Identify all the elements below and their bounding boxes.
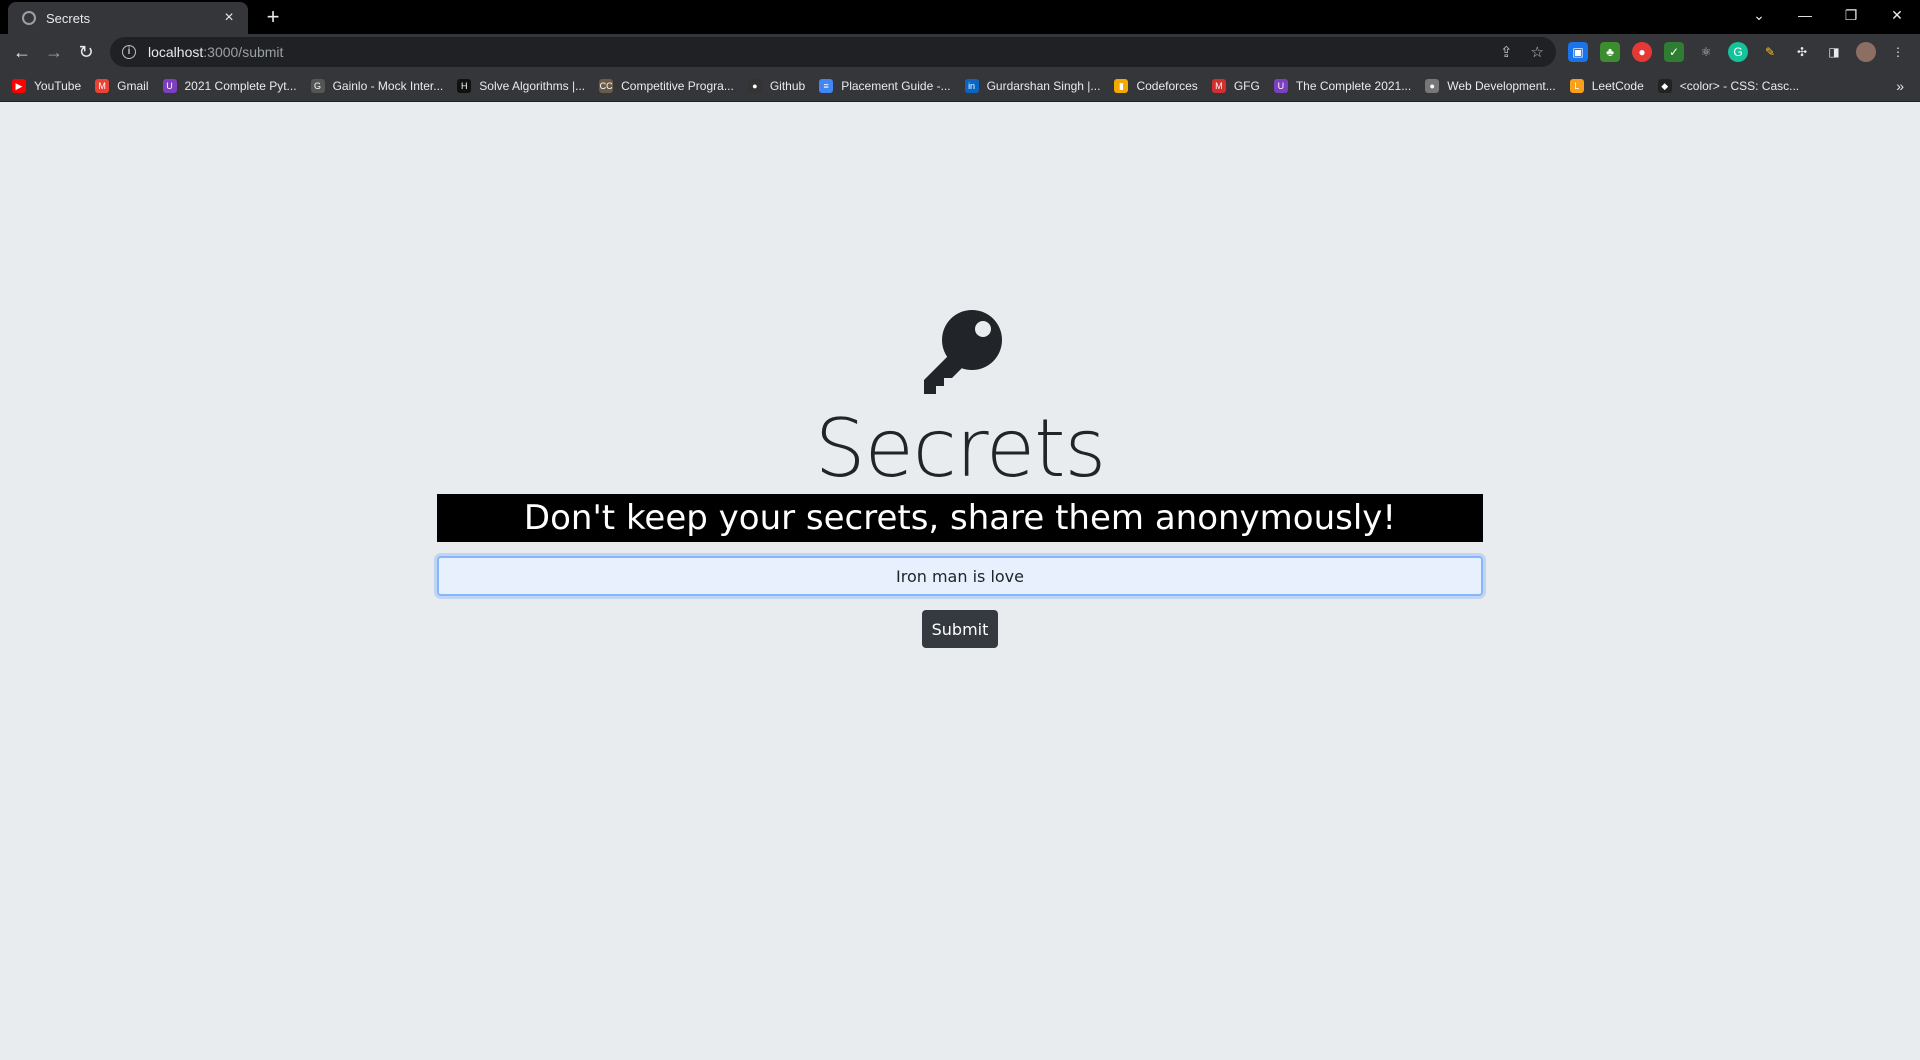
- bookmark-label: The Complete 2021...: [1295, 78, 1412, 93]
- browser-toolbar: ← → ↻ i localhost:3000/submit ⇪ ☆ ▣ ♣ ● …: [0, 34, 1920, 70]
- bookmark-item[interactable]: CC Competitive Progra...: [599, 78, 734, 93]
- bookmark-label: LeetCode: [1591, 78, 1644, 93]
- bookmark-label: Solve Algorithms |...: [479, 78, 586, 93]
- url-path: :3000/submit: [203, 44, 284, 60]
- menu-icon[interactable]: ⋮: [1888, 42, 1908, 62]
- tab-strip: Secrets × + ⌄ — ❐ ✕: [0, 0, 1920, 34]
- bookmark-item[interactable]: U The Complete 2021...: [1273, 78, 1412, 93]
- bookmark-favicon-icon: ●: [747, 78, 762, 93]
- window-controls: ⌄ — ❐ ✕: [1736, 0, 1920, 30]
- grammarly-icon[interactable]: G: [1728, 42, 1748, 62]
- window-close-icon[interactable]: ✕: [1874, 0, 1920, 30]
- bookmark-item[interactable]: ● Web Development...: [1425, 78, 1556, 93]
- new-tab-button[interactable]: +: [260, 4, 286, 30]
- tab-title: Secrets: [46, 10, 91, 26]
- bookmark-label: <color> - CSS: Casc...: [1679, 78, 1800, 93]
- globe-icon: [22, 11, 36, 25]
- page-body: Secrets Don't keep your secrets, share t…: [0, 102, 1920, 1060]
- share-icon[interactable]: ⇪: [1500, 43, 1513, 61]
- bookmark-label: Competitive Progra...: [621, 78, 734, 93]
- side-panel-icon[interactable]: ◨: [1824, 42, 1844, 62]
- submit-button[interactable]: Submit: [922, 610, 998, 648]
- browser-chrome: Secrets × + ⌄ — ❐ ✕ ← → ↻ i localhost:30…: [0, 0, 1920, 102]
- bookmark-label: Gmail: [117, 78, 149, 93]
- bookmark-item[interactable]: in Gurdarshan Singh |...: [964, 78, 1101, 93]
- url-host: localhost: [148, 44, 204, 60]
- bookmark-label: 2021 Complete Pyt...: [184, 78, 297, 93]
- key-icon: [924, 310, 1002, 394]
- react-icon[interactable]: ⚛: [1696, 42, 1716, 62]
- bookmark-favicon-icon: M: [1211, 78, 1226, 93]
- highlighter-icon[interactable]: ✎: [1760, 42, 1780, 62]
- bookmark-label: Gainlo - Mock Inter...: [332, 78, 444, 93]
- bookmarks-bar: ▶ YouTube M Gmail U 2021 Complete Pyt... G Gain…: [0, 70, 1920, 102]
- address-bar[interactable]: i localhost:3000/submit ⇪ ☆: [110, 37, 1556, 67]
- secret-input[interactable]: [437, 556, 1483, 596]
- bookmark-item[interactable]: ▶ YouTube: [12, 78, 82, 93]
- shield-icon[interactable]: ✓: [1664, 42, 1684, 62]
- bookmark-item[interactable]: U 2021 Complete Pyt...: [162, 78, 297, 93]
- info-icon[interactable]: i: [122, 45, 136, 59]
- bookmark-item[interactable]: H Solve Algorithms |...: [457, 78, 586, 93]
- extension-icon[interactable]: ▣: [1568, 42, 1588, 62]
- bookmark-label: Gurdarshan Singh |...: [986, 78, 1101, 93]
- bookmark-item[interactable]: ▮ Codeforces: [1114, 78, 1198, 93]
- bookmark-favicon-icon: G: [310, 78, 325, 93]
- page-title: Secrets: [814, 402, 1106, 495]
- puzzle-icon[interactable]: ✣: [1792, 42, 1812, 62]
- minimize-icon[interactable]: —: [1782, 0, 1828, 30]
- bookmark-favicon-icon: L: [1569, 78, 1584, 93]
- bookmark-favicon-icon: ≡: [819, 78, 834, 93]
- tagline-banner: Don't keep your secrets, share them anon…: [437, 494, 1483, 542]
- bookmark-favicon-icon: M: [95, 78, 110, 93]
- close-icon[interactable]: ×: [220, 9, 238, 27]
- bookmark-item[interactable]: M Gmail: [95, 78, 149, 93]
- bookmark-favicon-icon: in: [964, 78, 979, 93]
- bookmark-label: YouTube: [34, 78, 82, 93]
- tab-search-icon[interactable]: ⌄: [1736, 0, 1782, 30]
- forward-icon[interactable]: →: [40, 38, 68, 66]
- bookmark-label: Codeforces: [1136, 78, 1198, 93]
- bookmark-favicon-icon: ◆: [1657, 78, 1672, 93]
- bookmark-favicon-icon: H: [457, 78, 472, 93]
- reload-icon[interactable]: ↻: [72, 38, 100, 66]
- bookmark-item[interactable]: ≡ Placement Guide -...: [819, 78, 951, 93]
- bookmark-favicon-icon: CC: [599, 78, 614, 93]
- red-extension-icon[interactable]: ●: [1632, 42, 1652, 62]
- back-icon[interactable]: ←: [8, 38, 36, 66]
- avatar[interactable]: [1856, 42, 1876, 62]
- extensions-bar: ▣ ♣ ● ✓ ⚛ G ✎ ✣ ◨ ⋮: [1568, 42, 1908, 62]
- bookmark-label: Placement Guide -...: [841, 78, 951, 93]
- bookmark-favicon-icon: ▮: [1114, 78, 1129, 93]
- bookmark-label: GFG: [1233, 78, 1260, 93]
- bookmark-item[interactable]: M GFG: [1211, 78, 1260, 93]
- bookmark-item[interactable]: ◆ <color> - CSS: Casc...: [1657, 78, 1800, 93]
- bookmark-label: Github: [769, 78, 806, 93]
- star-icon[interactable]: ☆: [1531, 43, 1544, 61]
- bookmark-label: Web Development...: [1447, 78, 1556, 93]
- bookmark-item[interactable]: ● Github: [747, 78, 806, 93]
- bookmark-favicon-icon: ●: [1425, 78, 1440, 93]
- restore-icon[interactable]: ❐: [1828, 0, 1874, 30]
- bookmark-favicon-icon: U: [1273, 78, 1288, 93]
- bookmarks-overflow-button[interactable]: »: [1896, 78, 1904, 94]
- bookmark-favicon-icon: ▶: [12, 78, 26, 93]
- bookmark-item[interactable]: L LeetCode: [1569, 78, 1644, 93]
- bookmark-item[interactable]: G Gainlo - Mock Inter...: [310, 78, 444, 93]
- bookmark-favicon-icon: U: [162, 78, 177, 93]
- tree-extension-icon[interactable]: ♣: [1600, 42, 1620, 62]
- tab-secrets[interactable]: Secrets ×: [8, 2, 248, 34]
